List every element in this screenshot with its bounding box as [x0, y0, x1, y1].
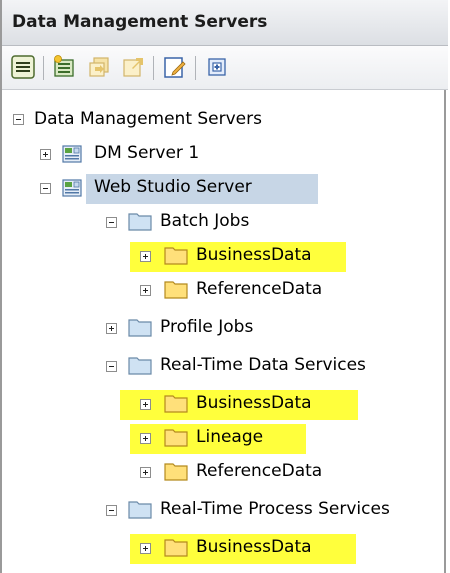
folder-icon	[128, 357, 152, 375]
refresh-icon[interactable]	[204, 54, 230, 80]
expand-toggle[interactable]	[140, 543, 151, 554]
new-server-icon[interactable]	[52, 54, 78, 80]
tree-node-batch-businessdata[interactable]: BusinessData	[2, 244, 448, 276]
export-icon[interactable]	[120, 54, 146, 80]
tree-node-label: ReferenceData	[196, 279, 323, 299]
import-icon[interactable]	[86, 54, 112, 80]
server-tree: Data Management Servers DM Server 1 Web …	[2, 90, 448, 573]
toolbar-separator	[43, 56, 44, 80]
edit-icon[interactable]	[162, 54, 188, 80]
folder-icon	[128, 501, 152, 519]
tree-node-label: BusinessData	[196, 245, 312, 265]
toolbar-separator	[195, 56, 196, 80]
tree-node-dm-server-1[interactable]: DM Server 1	[2, 142, 448, 174]
panel-title: Data Management Servers	[12, 12, 268, 32]
tree-node-rtds-businessdata[interactable]: BusinessData	[2, 392, 448, 424]
tree-node-batch-jobs[interactable]: Batch Jobs	[2, 210, 448, 242]
collapse-toggle[interactable]	[106, 217, 117, 228]
expand-toggle[interactable]	[106, 323, 117, 334]
tree-node-web-studio-server[interactable]: Web Studio Server	[2, 176, 448, 208]
tree-node-label: Batch Jobs	[160, 211, 250, 231]
menu-icon[interactable]	[10, 54, 36, 80]
tree-node-label: BusinessData	[196, 393, 312, 413]
collapse-toggle[interactable]	[40, 183, 51, 194]
tree-node-label: Web Studio Server	[94, 177, 252, 197]
tree-node-label: DM Server 1	[94, 143, 200, 163]
tree-node-label: Profile Jobs	[160, 317, 254, 337]
expand-toggle[interactable]	[140, 467, 151, 478]
folder-icon	[164, 463, 188, 481]
panel-header: Data Management Servers	[2, 0, 448, 46]
tree-node-profile-jobs[interactable]: Profile Jobs	[2, 316, 448, 348]
tree-node-label: BusinessData	[196, 537, 312, 557]
tree-node-label: Real-Time Process Services	[160, 499, 390, 519]
tree-node-real-time-data-services[interactable]: Real-Time Data Services	[2, 354, 448, 386]
folder-icon	[128, 213, 152, 231]
expand-toggle[interactable]	[40, 149, 51, 160]
tree-node-label: Data Management Servers	[34, 109, 262, 129]
tree-node-rtds-referencedata[interactable]: ReferenceData	[2, 460, 448, 492]
folder-icon	[164, 429, 188, 447]
folder-icon	[128, 319, 152, 337]
expand-toggle[interactable]	[140, 433, 151, 444]
folder-icon	[164, 281, 188, 299]
expand-toggle[interactable]	[140, 251, 151, 262]
tree-node-label: ReferenceData	[196, 461, 323, 481]
collapse-toggle[interactable]	[106, 505, 117, 516]
server-icon	[62, 145, 82, 163]
collapse-toggle[interactable]	[13, 114, 24, 125]
tree-node-label: Real-Time Data Services	[160, 355, 366, 375]
expand-toggle[interactable]	[140, 285, 151, 296]
tree-node-batch-referencedata[interactable]: ReferenceData	[2, 278, 448, 310]
folder-icon	[164, 395, 188, 413]
tree-node-real-time-process-services[interactable]: Real-Time Process Services	[2, 498, 448, 530]
folder-icon	[164, 247, 188, 265]
toolbar-separator	[153, 56, 154, 80]
data-management-servers-panel: Data Management Servers Data Management …	[0, 0, 448, 573]
toolbar	[2, 46, 448, 90]
collapse-toggle[interactable]	[106, 361, 117, 372]
tree-node-root[interactable]: Data Management Servers	[2, 108, 448, 140]
expand-toggle[interactable]	[140, 399, 151, 410]
tree-node-rtps-businessdata[interactable]: BusinessData	[2, 536, 448, 568]
tree-node-rtds-lineage[interactable]: Lineage	[2, 426, 448, 458]
tree-node-label: Lineage	[196, 427, 264, 447]
folder-icon	[164, 539, 188, 557]
server-icon	[62, 179, 82, 197]
